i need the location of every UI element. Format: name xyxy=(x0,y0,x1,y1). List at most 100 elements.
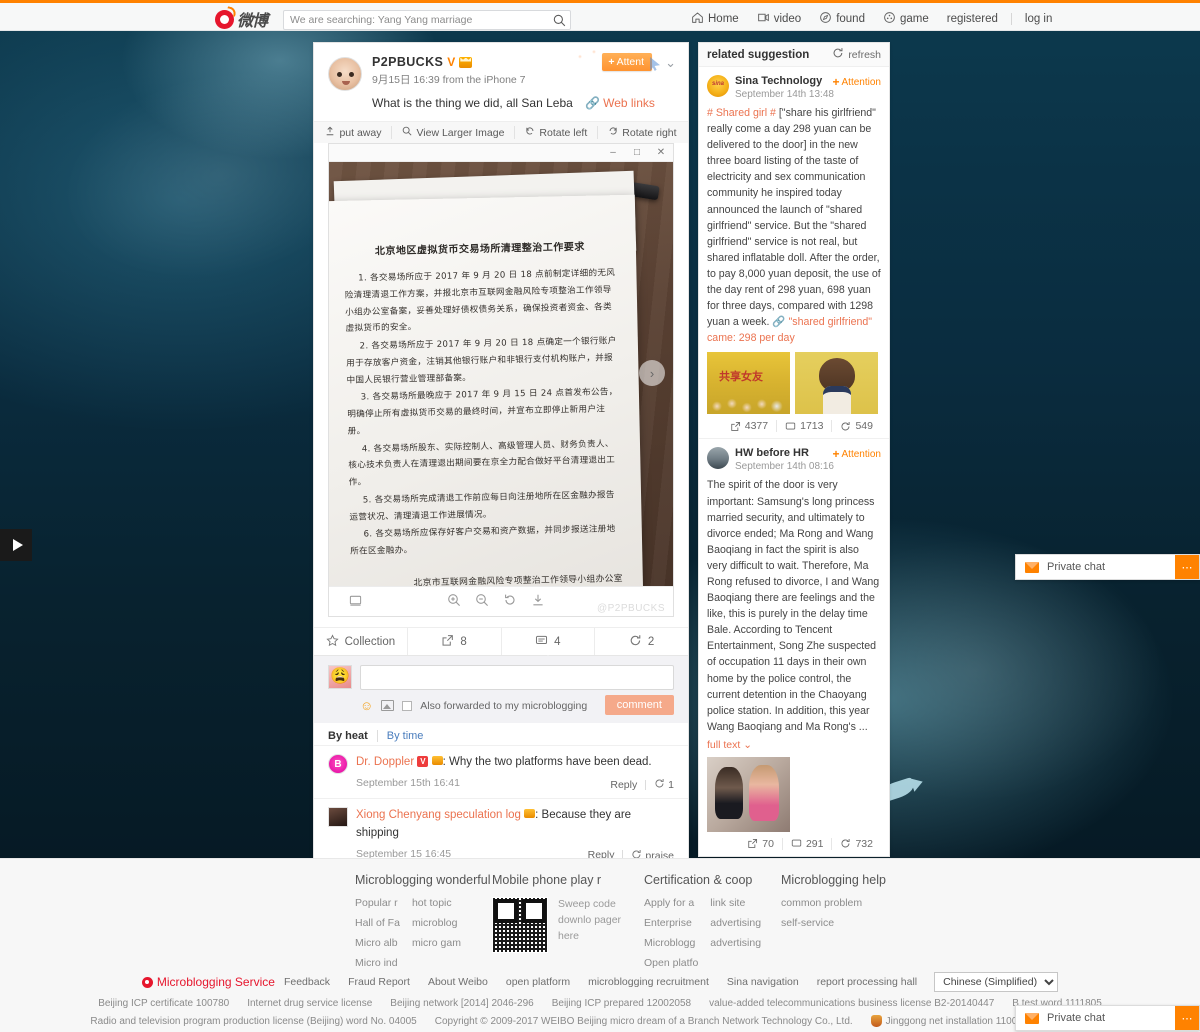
private-chat-widget[interactable]: Private chat ⋯ xyxy=(1015,1005,1200,1031)
fit-screen-icon[interactable] xyxy=(349,594,362,610)
search-icon[interactable] xyxy=(548,11,570,29)
minimize-icon[interactable]: – xyxy=(601,144,625,162)
login-link[interactable]: log in xyxy=(1016,10,1062,28)
avatar[interactable] xyxy=(328,57,362,91)
nav-item-home[interactable]: Home xyxy=(682,8,748,30)
sort-by-heat[interactable]: By heat xyxy=(328,730,377,742)
maximize-icon[interactable]: □ xyxy=(625,144,649,162)
footer-link[interactable]: hot topic xyxy=(412,897,461,909)
download-icon[interactable] xyxy=(531,593,545,610)
post-photo[interactable]: 北京地区虚拟货币交易场所清理整治工作要求 1. 各交易场所应于 2017 年 9… xyxy=(329,162,673,586)
attention-button[interactable]: + Attent xyxy=(602,53,652,71)
weibo-logo-text: 微博 xyxy=(237,11,268,30)
comment-author[interactable]: Dr. Doppler xyxy=(356,756,414,768)
microblogging-service-link[interactable]: Microblogging Service xyxy=(141,975,275,989)
legal-link-fraud-report[interactable]: Fraud Report xyxy=(339,976,419,988)
suggestion-author[interactable]: HW before HR xyxy=(735,447,834,459)
legal-link-feedback[interactable]: Feedback xyxy=(275,976,339,988)
nav-item-game[interactable]: game xyxy=(874,8,938,30)
legal-link-report-hall[interactable]: report processing hall xyxy=(808,976,926,988)
footer-link[interactable]: Apply for a xyxy=(644,897,698,909)
weibo-logo[interactable]: 微博 xyxy=(215,7,268,31)
sort-by-time[interactable]: By time xyxy=(376,730,433,742)
forward-checkbox[interactable] xyxy=(402,700,413,711)
submit-comment-button[interactable]: comment xyxy=(604,695,674,715)
footer-link[interactable]: self-service xyxy=(781,917,862,929)
rotate-right-icon xyxy=(608,126,618,139)
magnifier-icon xyxy=(402,126,412,139)
footer-link[interactable]: Popular r xyxy=(355,897,400,909)
close-icon[interactable]: ✕ xyxy=(649,144,673,162)
legal-link-open-platform[interactable]: open platform xyxy=(497,976,579,988)
rotate-right-button[interactable]: Rotate right xyxy=(597,126,686,139)
full-text-button[interactable]: full text ⌄ xyxy=(707,739,881,751)
search-input[interactable] xyxy=(284,14,548,26)
collection-button[interactable]: Collection xyxy=(314,628,407,655)
zoom-out-icon[interactable] xyxy=(475,593,489,610)
background-video-play-button-left[interactable] xyxy=(0,529,32,561)
rotate-icon[interactable] xyxy=(503,593,517,610)
emoji-icon[interactable]: ☺ xyxy=(360,698,373,713)
like-stat[interactable]: 732 xyxy=(831,837,881,850)
comment-stat[interactable]: 1713 xyxy=(776,420,831,433)
suggestion-image-1[interactable] xyxy=(707,352,790,415)
footer-link[interactable]: advertising xyxy=(710,937,761,949)
comment-button[interactable]: 4 xyxy=(500,628,595,662)
refresh-label: refresh xyxy=(848,48,881,61)
like-stat[interactable]: 549 xyxy=(831,420,881,433)
comment-avatar[interactable]: B xyxy=(328,754,348,774)
suggestion-image-1[interactable] xyxy=(707,756,790,832)
web-links-link[interactable]: 🔗 Web links xyxy=(585,96,655,110)
image-icon[interactable] xyxy=(381,700,395,711)
chat-bubble-icon[interactable]: ⋯ xyxy=(1175,555,1199,579)
comment-count: 4 xyxy=(554,635,561,648)
footer-link[interactable]: microblog xyxy=(412,917,461,929)
sina-logo-icon[interactable] xyxy=(707,75,729,97)
language-select[interactable]: Chinese (Simplified) xyxy=(934,972,1059,992)
comment-input[interactable] xyxy=(360,665,674,690)
nav-item-video[interactable]: video xyxy=(748,8,811,30)
praise-button[interactable]: 1 xyxy=(654,778,674,791)
comment-stat[interactable]: 291 xyxy=(781,837,832,850)
next-photo-button[interactable]: › xyxy=(639,360,665,386)
private-chat-widget[interactable]: Private chat ⋯ xyxy=(1015,554,1200,580)
register-link[interactable]: registered xyxy=(938,10,1007,28)
view-larger-image-button[interactable]: View Larger Image xyxy=(391,126,514,139)
footer-link[interactable]: link site xyxy=(710,897,761,909)
chat-bubble-icon[interactable]: ⋯ xyxy=(1175,1006,1199,1030)
reply-button[interactable]: Reply xyxy=(610,779,637,791)
avatar-mouth xyxy=(342,81,350,85)
footer-link[interactable]: Hall of Fa xyxy=(355,917,400,929)
comment-author[interactable]: Xiong Chenyang speculation log xyxy=(356,809,521,821)
put-away-button[interactable]: put away xyxy=(315,126,391,139)
suggestion-author[interactable]: Sina Technology xyxy=(735,75,834,87)
attention-button[interactable]: + Attention xyxy=(833,75,882,89)
legal-link-recruitment[interactable]: microblogging recruitment xyxy=(579,976,718,988)
footer-link[interactable]: common problem xyxy=(781,897,862,909)
nav-item-found[interactable]: found xyxy=(810,8,874,30)
chevron-down-icon[interactable]: ⌄ xyxy=(665,55,676,71)
rotate-left-button[interactable]: Rotate left xyxy=(514,126,597,139)
collapse-icon xyxy=(325,126,335,139)
suggestion-hashtag[interactable]: # Shared girl # xyxy=(707,107,776,119)
legal-link: Microblogging Service xyxy=(156,975,275,989)
footer-link[interactable]: Microblogg xyxy=(644,937,698,949)
post-username[interactable]: P2PBUCKS xyxy=(372,55,443,69)
footer-link[interactable]: Micro alb xyxy=(355,937,400,949)
comment-avatar[interactable] xyxy=(328,807,348,828)
suggestion-image-2[interactable] xyxy=(795,352,878,415)
legal-link-sina-navigation[interactable]: Sina navigation xyxy=(718,976,808,988)
forward-stat[interactable]: 4377 xyxy=(722,420,776,432)
search-box[interactable] xyxy=(283,10,571,30)
user-avatar-icon[interactable] xyxy=(707,447,729,470)
forward-button[interactable]: 8 xyxy=(406,628,501,655)
zoom-in-icon[interactable] xyxy=(447,593,461,610)
attention-button[interactable]: + Attention xyxy=(833,447,882,461)
forward-stat[interactable]: 70 xyxy=(739,838,782,850)
refresh-button[interactable]: refresh xyxy=(832,47,881,62)
legal-link-about-weibo[interactable]: About Weibo xyxy=(419,976,497,988)
like-button[interactable]: 2 xyxy=(594,628,688,655)
footer-link[interactable]: Enterprise xyxy=(644,917,698,929)
footer-link[interactable]: micro gam xyxy=(412,937,461,949)
footer-link[interactable]: advertising xyxy=(710,917,761,929)
